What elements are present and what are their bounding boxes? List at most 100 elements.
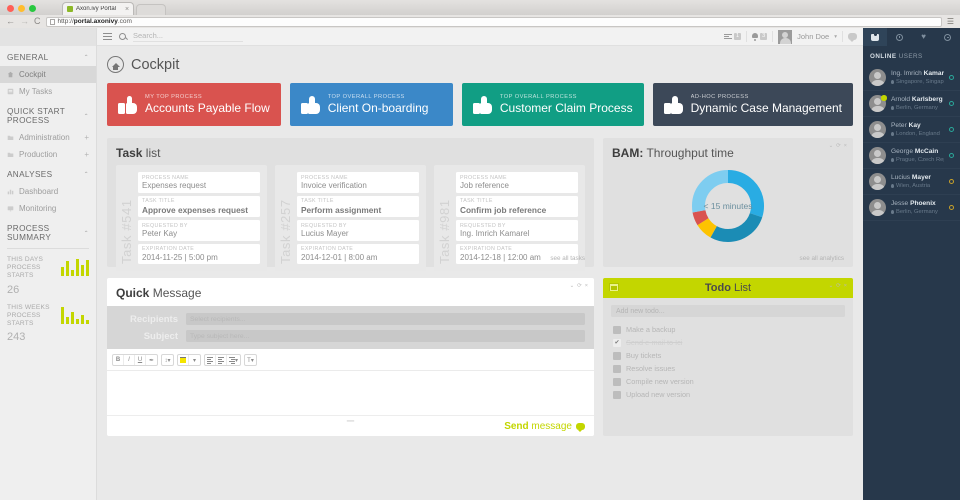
task-field-process-name: PROCESS NAME Invoice verification — [297, 172, 419, 193]
url-text: http://portal.axonivy.com — [57, 18, 132, 25]
online-users-header: ONLINE USERS — [870, 53, 923, 60]
online-user-item[interactable]: George McCain Prague, Czech Republic — [863, 143, 960, 169]
maximize-icon[interactable]: ⟳ — [577, 283, 582, 289]
online-user-item[interactable]: Jesse Phoenix Berlin, Germany — [863, 195, 960, 221]
todo-item[interactable]: ✔ Send e-mail to Ici — [603, 336, 853, 349]
recipients-input[interactable]: Select recipients... — [186, 313, 585, 325]
text-color-dropdown[interactable]: ▾ — [189, 355, 200, 365]
browser-menu-icon[interactable]: ☰ — [947, 17, 954, 26]
url-bar[interactable]: http://portal.axonivy.com — [45, 16, 942, 27]
minimize-icon[interactable]: ⌄ — [829, 143, 834, 149]
avatar[interactable] — [778, 29, 793, 44]
process-card-client-on-boarding[interactable]: TOP OVERALL PROCESS Client On-boarding — [289, 83, 453, 126]
forward-button[interactable]: → — [20, 17, 29, 26]
envelope-icon[interactable] — [609, 283, 619, 291]
browser-tab[interactable]: Axon.ivy Portal × — [62, 2, 135, 15]
sidebar-item-cockpit[interactable]: Cockpit — [0, 66, 96, 83]
expand-icon[interactable]: + — [84, 133, 89, 142]
maximize-icon[interactable]: ⟳ — [836, 143, 841, 149]
sidebar-group-title-analyses[interactable]: ANALYSES ⌃ — [0, 163, 96, 183]
font-size-dropdown[interactable]: ↕▾ — [162, 355, 173, 365]
online-user-item[interactable]: Peter Kay London, England — [863, 117, 960, 143]
todo-item[interactable]: Upload new version — [603, 388, 853, 401]
window-minimize-button[interactable] — [18, 4, 25, 12]
todo-checkbox[interactable] — [613, 364, 621, 373]
search-icon[interactable] — [119, 33, 126, 40]
paragraph-style-dropdown[interactable]: T▾ — [245, 355, 256, 365]
field-label: PROCESS NAME — [301, 174, 348, 181]
sidebar-item-monitoring[interactable]: Monitoring — [0, 200, 96, 217]
sidebar-group-title-general[interactable]: GENERAL ⌃ — [0, 46, 96, 66]
sidebar-item-production[interactable]: Production + — [0, 146, 96, 163]
process-card-accounts-payable-flow[interactable]: MY TOP PROCESS Accounts Payable Flow — [107, 83, 281, 126]
task-card[interactable]: Task #541 PROCESS NAME Expenses request … — [116, 165, 267, 271]
new-tab-button[interactable] — [136, 4, 167, 15]
sidebar-item-dashboard[interactable]: Dashboard — [0, 183, 96, 200]
chevron-down-icon[interactable]: ▾ — [834, 34, 837, 40]
chat-toggle-icon[interactable] — [848, 33, 857, 42]
task-field-task-title: TASK TITLE Approve expenses request — [138, 195, 260, 217]
bold-button[interactable]: B — [113, 355, 124, 365]
underline-button[interactable]: U — [135, 355, 146, 365]
close-icon[interactable]: × — [844, 283, 847, 289]
eraser-button[interactable]: ✒ — [146, 355, 157, 365]
message-editor[interactable] — [107, 370, 594, 420]
user-location: Wien, Austria — [891, 183, 944, 189]
todo-checkbox[interactable] — [613, 390, 621, 399]
list-dropdown[interactable]: ▾ — [227, 355, 240, 365]
align-left-button[interactable] — [205, 355, 216, 365]
reload-button[interactable]: C — [34, 17, 41, 26]
process-card-dynamic-case-management[interactable]: AD-HOC PROCESS Dynamic Case Management — [652, 83, 853, 126]
send-message-button[interactable]: Send message — [504, 421, 572, 432]
todo-item[interactable]: Resolve issues — [603, 362, 853, 375]
minimize-icon[interactable]: ⌄ — [570, 283, 575, 289]
close-icon[interactable]: × — [585, 283, 588, 289]
sidebar-group-title-process-summary[interactable]: PROCESS SUMMARY ⌃ — [0, 217, 96, 246]
todo-checkbox[interactable] — [613, 377, 621, 386]
sidebar-group-title-quick-start[interactable]: QUICK START PROCESS ⌃ — [0, 100, 96, 129]
online-user-item[interactable]: Arnold Karlsberg Berlin, Germany — [863, 91, 960, 117]
chat-tab-favorites[interactable]: ♥ — [912, 28, 936, 46]
text-color-button[interactable] — [178, 355, 189, 365]
close-icon[interactable]: × — [844, 143, 847, 149]
add-todo-input[interactable]: Add new todo... — [611, 305, 845, 317]
see-all-analytics-link[interactable]: see all analytics — [800, 255, 844, 262]
user-name: Ing. Imrich Kamarel — [891, 70, 944, 78]
home-icon — [7, 71, 14, 78]
field-label: REQUESTED BY — [142, 222, 188, 229]
task-card[interactable]: Task #257 PROCESS NAME Invoice verificat… — [275, 165, 426, 271]
todo-item[interactable]: Make a backup — [603, 323, 853, 336]
chat-tab-settings[interactable] — [936, 28, 960, 46]
window-maximize-button[interactable] — [29, 4, 36, 12]
tab-close-icon[interactable]: × — [125, 6, 129, 13]
todo-checkbox[interactable] — [613, 325, 621, 334]
quick-message-header: Quick Message — [107, 278, 594, 306]
online-user-item[interactable]: Ing. Imrich Kamarel Singapore, Singapore — [863, 65, 960, 91]
online-user-item[interactable]: Lucius Mayer Wien, Austria — [863, 169, 960, 195]
subject-label: Subject — [143, 330, 178, 342]
subject-input[interactable]: Type subject here... — [186, 330, 585, 342]
back-button[interactable]: ← — [6, 17, 15, 26]
todo-checkbox[interactable]: ✔ — [613, 338, 621, 347]
see-all-tasks-link[interactable]: see all tasks — [550, 255, 585, 262]
minimize-icon[interactable]: ⌄ — [829, 283, 834, 289]
menu-toggle-icon[interactable] — [103, 33, 112, 40]
process-card-customer-claim-process[interactable]: TOP OVERALL PROCESS Customer Claim Proce… — [461, 83, 644, 126]
chat-tab-users[interactable] — [863, 28, 888, 46]
todo-item[interactable]: Buy tickets — [603, 349, 853, 362]
notifications-indicator[interactable]: 3 — [752, 33, 768, 41]
todo-item[interactable]: Compile new version — [603, 375, 853, 388]
expand-icon[interactable]: + — [84, 150, 89, 159]
tasks-indicator[interactable]: 1 — [724, 33, 742, 40]
sidebar-item-my-tasks[interactable]: My Tasks — [0, 83, 96, 100]
favicon-icon — [67, 6, 73, 12]
clock-icon — [895, 33, 903, 41]
italic-button[interactable]: I — [124, 355, 135, 365]
align-center-button[interactable] — [216, 355, 227, 365]
search-input[interactable]: Search... — [133, 31, 243, 42]
todo-checkbox[interactable] — [613, 351, 621, 360]
sidebar-item-administration[interactable]: Administration + — [0, 129, 96, 146]
maximize-icon[interactable]: ⟳ — [836, 283, 841, 289]
chat-tab-history[interactable] — [887, 28, 911, 46]
window-close-button[interactable] — [7, 4, 14, 12]
